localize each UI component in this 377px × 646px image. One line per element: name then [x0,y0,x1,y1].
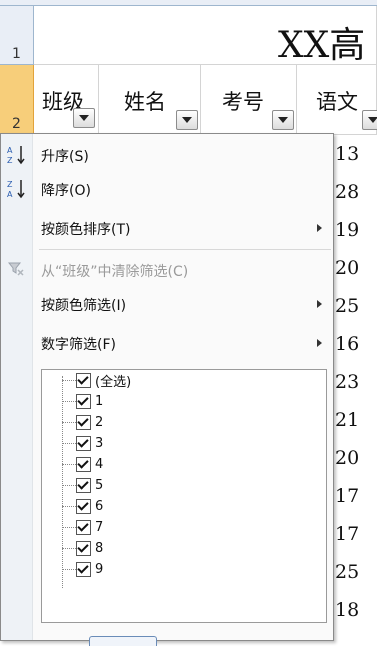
tree-branch [62,379,76,381]
ok-button[interactable] [89,636,157,646]
clear-filter-menu-item[interactable]: 从“班级”中清除筛选(C) [1,257,335,283]
checkbox[interactable] [76,561,91,577]
filter-dropdown-class[interactable] [73,108,95,128]
filter-by-color-menu-item[interactable]: 按颜色筛选(I) [1,291,335,317]
table-cell[interactable]: 25 [335,295,359,317]
table-cell[interactable]: 17 [335,485,359,507]
list-item-label: 7 [95,519,104,535]
menu-separator [39,249,331,250]
menu-item-label: 按颜色排序(T) [41,222,131,238]
checkbox[interactable] [76,519,91,535]
tree-branch [62,463,76,465]
list-item[interactable]: 4 [62,454,103,474]
clear-filter-icon [8,262,24,276]
checkbox[interactable] [76,393,91,409]
checkbox[interactable] [76,414,91,430]
list-item-label: (全选) [95,374,132,390]
tree-branch [62,505,76,507]
tree-branch [62,526,76,528]
row-header-1[interactable]: 1 [0,6,34,65]
list-item[interactable]: 3 [62,433,103,453]
table-cell[interactable]: 21 [335,409,359,431]
row-header-2[interactable]: 2 [0,65,34,135]
table-cell[interactable]: 20 [335,257,359,279]
table-cell[interactable]: 19 [335,219,359,241]
checkbox[interactable] [76,540,91,556]
menu-item-label: 数字筛选(F) [41,337,116,353]
list-item-label: 1 [95,393,104,409]
table-cell[interactable]: 17 [335,523,359,545]
checkbox[interactable] [76,456,91,472]
list-item-label: 9 [95,561,104,577]
chevron-down-icon [278,117,288,123]
chinese-column: 13 28 19 20 25 16 23 21 20 17 17 25 18 [333,135,377,641]
menu-item-label: 按颜色筛选(I) [41,298,127,314]
menu-item-label: 升序(S) [41,149,89,165]
sort-desc-icon: Z A [7,180,25,199]
checkbox[interactable] [76,477,91,493]
svg-text:Z: Z [7,180,13,189]
list-item-label: 4 [95,456,104,472]
list-item-label: 6 [95,498,104,514]
list-item[interactable]: 7 [62,517,103,537]
filter-dropdown-chinese[interactable] [362,110,377,130]
sheet-title: XX高 [278,25,366,66]
checkbox[interactable] [76,435,91,451]
tree-branch [62,421,76,423]
table-cell[interactable]: 20 [335,447,359,469]
submenu-arrow-icon [317,300,322,308]
checkbox[interactable] [76,372,91,388]
header-label-chinese: 语文 [316,90,358,114]
tree-branch [62,568,76,570]
submenu-arrow-icon [317,339,322,347]
filter-dropdown-exam-no[interactable] [272,110,294,130]
filter-values-list[interactable]: (全选) 1 2 3 4 5 6 7 8 9 [41,369,327,623]
table-cell[interactable]: 18 [335,599,359,621]
list-item[interactable]: 1 [62,391,103,411]
header-label-exam-no: 考号 [222,90,264,114]
list-item[interactable]: 8 [62,538,103,558]
table-cell[interactable]: 23 [335,371,359,393]
row-number: 2 [12,116,21,132]
header-label-name: 姓名 [124,90,166,114]
list-item[interactable]: 5 [62,475,103,495]
menu-icon-gutter [1,134,33,640]
chevron-down-icon [182,117,192,123]
tree-branch [62,400,76,402]
sort-asc-icon: A Z [7,146,25,165]
table-cell[interactable]: 16 [335,333,359,355]
filter-menu: A Z 升序(S) Z A 降序(O) 按颜色排序(T) 从“班级”中清除筛选(… [0,133,335,646]
svg-text:Z: Z [7,156,13,165]
list-item-label: 8 [95,540,104,556]
list-item-select-all[interactable]: (全选) [62,370,131,390]
sort-desc-menu-item[interactable]: Z A 降序(O) [1,176,335,202]
list-item[interactable]: 9 [62,559,103,579]
list-item[interactable]: 6 [62,496,103,516]
sort-asc-menu-item[interactable]: A Z 升序(S) [1,142,335,168]
chevron-down-icon [79,115,89,121]
table-cell[interactable]: 13 [335,143,359,165]
list-item-label: 3 [95,435,104,451]
menu-item-label: 降序(O) [41,183,91,199]
row-number: 1 [12,46,21,62]
svg-text:A: A [7,146,13,155]
tree-branch [62,484,76,486]
sort-by-color-menu-item[interactable]: 按颜色排序(T) [1,215,335,241]
svg-text:A: A [7,190,13,199]
number-filters-menu-item[interactable]: 数字筛选(F) [1,330,335,356]
list-item[interactable]: 2 [62,412,103,432]
submenu-arrow-icon [317,224,322,232]
tree-branch [62,547,76,549]
list-item-label: 2 [95,414,104,430]
list-item-label: 5 [95,477,104,493]
menu-item-label: 从“班级”中清除筛选(C) [41,264,189,280]
checkbox[interactable] [76,498,91,514]
tree-branch [62,442,76,444]
table-cell[interactable]: 25 [335,561,359,583]
table-cell[interactable]: 28 [335,181,359,203]
chevron-down-icon [368,117,377,123]
filter-dropdown-name[interactable] [176,110,198,130]
